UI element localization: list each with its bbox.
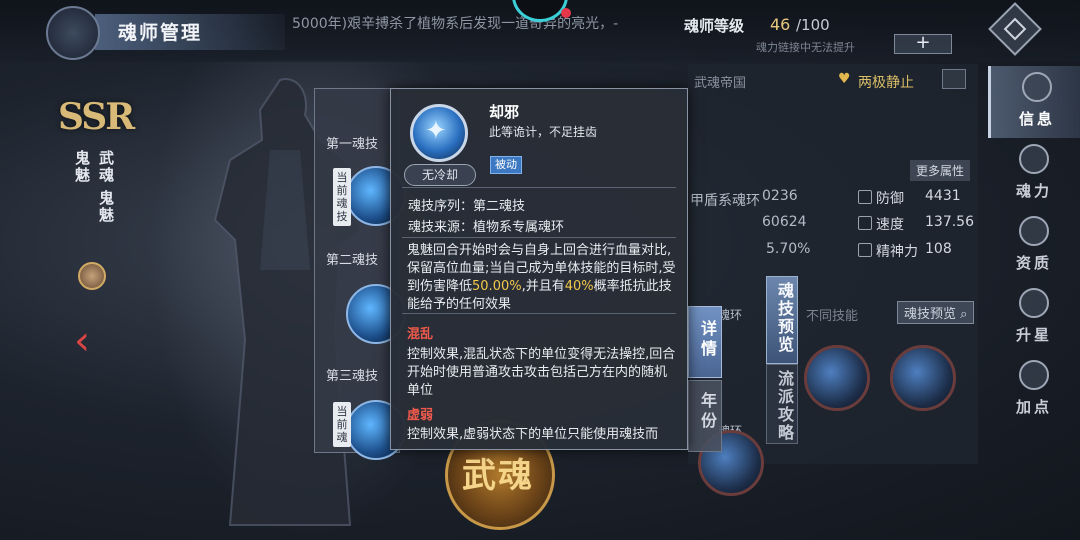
sidenav-item-add-points[interactable]: 加点	[988, 354, 1080, 426]
stat-label: 精神力	[876, 244, 918, 260]
heart-icon: ♥	[838, 71, 851, 87]
record-dot-icon	[561, 8, 571, 18]
skill-name: 却邪	[489, 103, 520, 121]
page-title: 魂师管理	[118, 22, 203, 44]
divider	[402, 187, 676, 188]
ghost-figure-icon: ✦	[425, 116, 447, 146]
passive-tag: 被动	[490, 156, 522, 174]
damage-reduction-value: 50.00%	[472, 279, 522, 294]
stat-value: 4431	[925, 188, 961, 204]
effect-text-part: ,并且有	[521, 279, 565, 294]
level-note: 魂力链接中无法提升	[756, 41, 855, 54]
brain-icon	[858, 243, 872, 257]
search-button[interactable]	[942, 69, 966, 89]
keyword-title: 混乱	[407, 327, 434, 342]
sidenav-item-label: 资质	[1015, 254, 1052, 272]
skill-slot-heading: 第一魂技	[326, 137, 379, 152]
back-logo-icon[interactable]	[46, 6, 100, 60]
skill-effect-text: 鬼魅回合开始时会与自身上回合进行血量对比,保留高位血量;当自己成为单体技能的目标…	[407, 242, 679, 314]
sidenav-item-aptitude[interactable]: 资质	[988, 210, 1080, 282]
keyword-title: 虚弱	[407, 408, 434, 423]
preview-skill-orb[interactable]	[890, 345, 956, 411]
stat-label: 速度	[876, 217, 904, 233]
shield-icon	[858, 190, 872, 204]
sidenav-item-info[interactable]: 信息	[988, 66, 1080, 138]
boot-icon	[858, 216, 872, 230]
sidenav-item-label: 加点	[1015, 398, 1052, 416]
skill-slot-heading: 第三魂技	[326, 369, 379, 384]
level-value: 46	[770, 15, 791, 34]
search-icon: ⌕	[960, 307, 968, 322]
stat-fragment: 60624	[762, 214, 807, 230]
preview-skill-orb[interactable]	[804, 345, 870, 411]
tab-school-guide-label: 流派攻略	[775, 370, 794, 442]
add-points-icon	[1019, 360, 1049, 390]
tab-skill-preview-label: 魂技预览	[775, 282, 794, 354]
nation-label: 武魂帝国	[694, 76, 747, 91]
level-max: /100	[796, 16, 830, 34]
keyword-text: 控制效果,虚弱状态下的单位只能使用魂技而	[407, 427, 659, 442]
stat-fragment: 0236	[762, 188, 798, 204]
tab-year-label: 年份	[698, 392, 717, 432]
aptitude-icon	[1019, 216, 1049, 246]
info-crest-icon	[1022, 72, 1052, 102]
stat-value: 108	[925, 241, 952, 257]
current-skill-tag: 当前魂技	[333, 168, 351, 226]
divider	[402, 313, 676, 314]
stat-label: 防御	[876, 191, 904, 207]
cooldown-tag: 无冷却	[404, 164, 476, 186]
sidenav-item-soul-power[interactable]: 魂力	[988, 138, 1080, 210]
more-attributes-button[interactable]: 更多属性	[910, 160, 971, 181]
skill-source: 魂技来源：植物系专属魂环	[408, 220, 565, 235]
rarity-badge: SSR	[58, 96, 135, 138]
character-subtype: 鬼魅	[97, 190, 115, 224]
character-type: 武魂	[97, 150, 115, 184]
sidenav-item-label: 魂力	[1015, 182, 1052, 200]
tab-detail-label: 详情	[698, 320, 717, 360]
skill-slot-heading: 第二魂技	[326, 253, 379, 268]
star-up-icon	[1019, 288, 1049, 318]
resist-chance-value: 40%	[564, 279, 594, 294]
ring-type-fragment: 甲盾系魂环	[690, 193, 760, 209]
wuhun-emblem-text: 武魂	[462, 456, 534, 496]
level-up-button[interactable]: +	[894, 34, 952, 54]
stat-value: 137.56	[925, 214, 974, 230]
character-name: 鬼魅	[73, 150, 91, 184]
sidenav-item-label: 升星	[1015, 326, 1052, 344]
sidenav-item-label: 信息	[1018, 110, 1055, 128]
skill-sequence: 魂技序列：第二魂技	[408, 199, 526, 214]
skill-flavor-text: 此等诡计，不足挂齿	[489, 125, 598, 139]
stat-fragment: 5.70%	[766, 241, 811, 257]
soul-power-icon	[1019, 144, 1049, 174]
divider	[402, 237, 676, 238]
skill-preview-label: 魂技预览	[904, 307, 957, 322]
previous-arrow-icon[interactable]: ‹	[74, 318, 90, 364]
sidenav-item-star-up[interactable]: 升星	[988, 282, 1080, 354]
current-skill-tag: 当前魂	[333, 402, 351, 447]
avatar[interactable]	[78, 262, 106, 290]
keyword-text: 控制效果,混乱状态下的单位变得无法操控,回合开始时使用普通攻击攻击包括己方在内的…	[407, 347, 676, 398]
pair-status: 两极静止	[858, 75, 914, 91]
different-skill-label: 不同技能	[806, 309, 859, 324]
level-label: 魂师等级	[684, 17, 745, 35]
skill-preview-button[interactable]: 魂技预览 ⌕	[897, 301, 975, 324]
